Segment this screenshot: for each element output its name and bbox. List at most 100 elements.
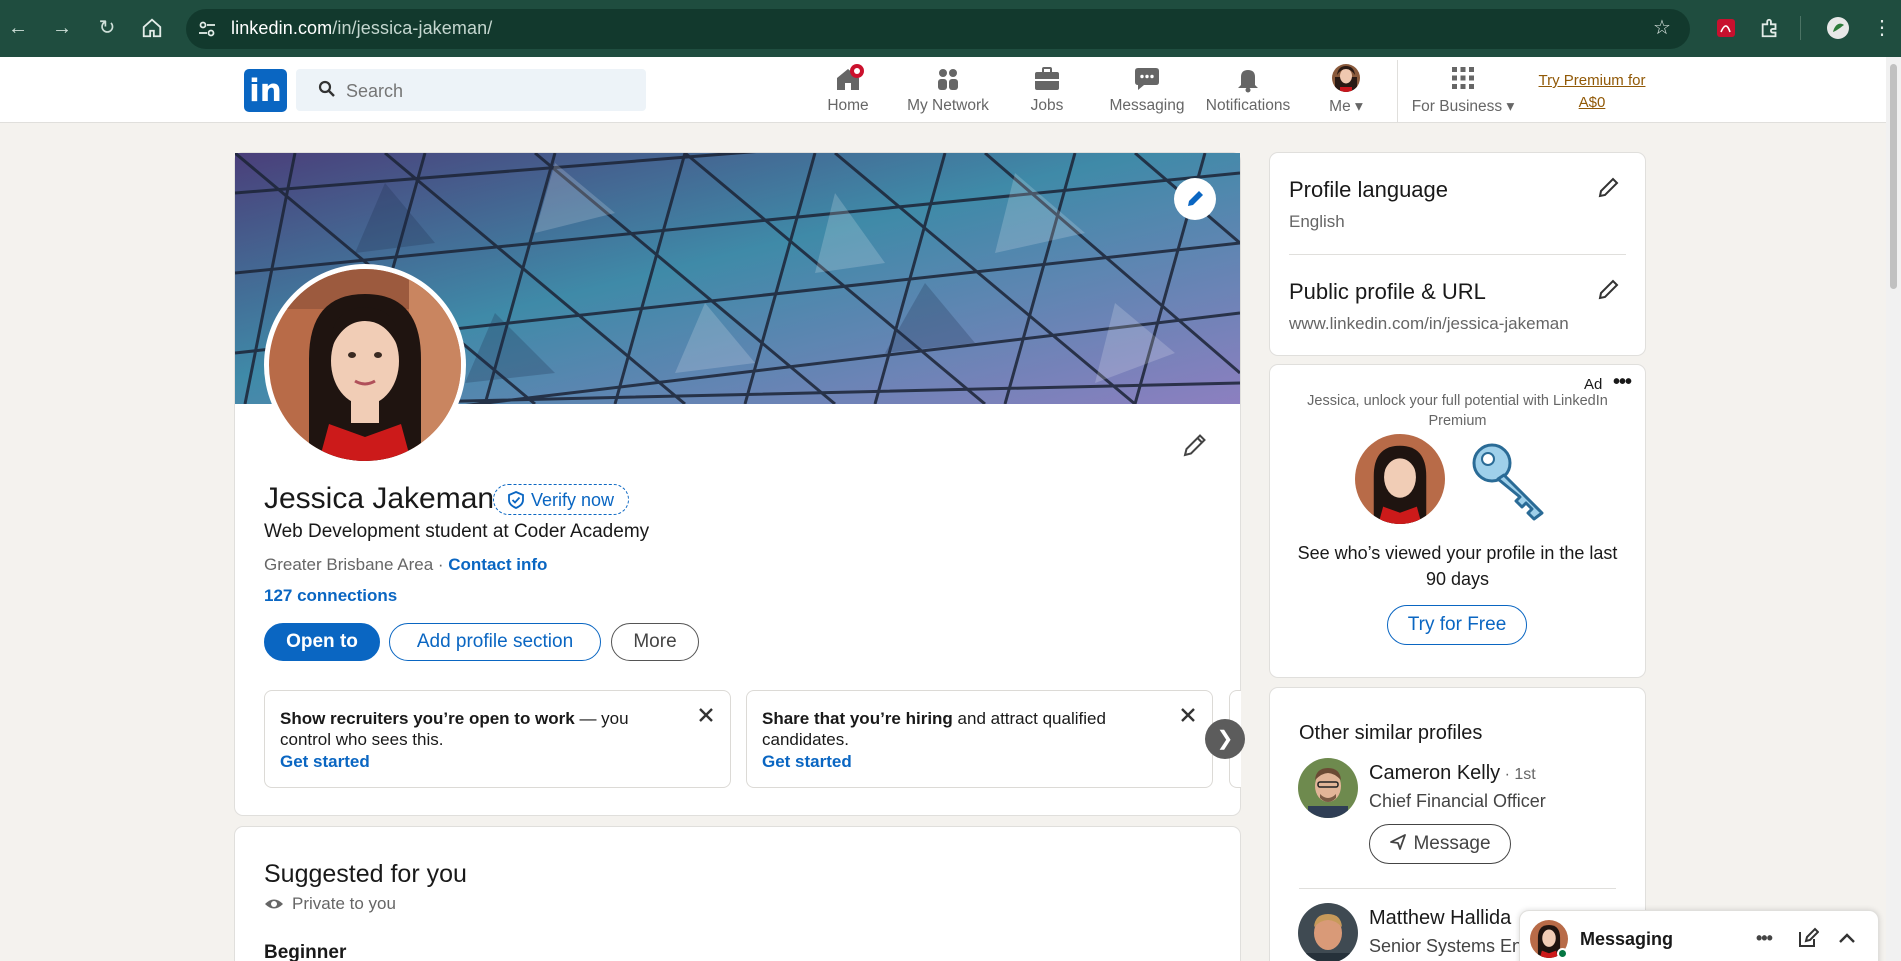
nav-messaging-label: Messaging: [1109, 97, 1185, 114]
pdf-extension-icon[interactable]: [1712, 14, 1740, 42]
more-button[interactable]: More: [611, 623, 699, 661]
try-for-free-button[interactable]: Try for Free: [1387, 605, 1527, 645]
browser-menu-icon[interactable]: ⋮: [1868, 14, 1896, 42]
send-icon: [1390, 834, 1407, 850]
person-name: Matthew Hallida: [1369, 907, 1512, 929]
bell-icon: [1200, 63, 1296, 95]
close-icon[interactable]: [696, 705, 716, 725]
message-label: Message: [1413, 833, 1491, 854]
profile-photo[interactable]: [264, 264, 466, 466]
ad-body-text: See who’s viewed your profile in the las…: [1297, 543, 1618, 589]
briefcase-icon: [1018, 63, 1076, 95]
premium-line-1: Try Premium for: [1538, 72, 1646, 89]
pencil-icon: [1188, 191, 1203, 206]
location-text: Greater Brisbane Area: [264, 555, 434, 574]
linkedin-logo[interactable]: in: [244, 69, 287, 112]
level-label: Beginner: [264, 942, 347, 961]
site-info-icon[interactable]: [196, 18, 218, 40]
suggested-title: Suggested for you: [264, 860, 467, 888]
open-to-button[interactable]: Open to: [264, 623, 380, 661]
grid-icon: [1408, 63, 1518, 95]
edit-language-button[interactable]: [1596, 174, 1622, 200]
pencil-icon: [1598, 177, 1619, 198]
premium-line-2: A$0: [1578, 94, 1606, 111]
chevron-right-icon: ❯: [1216, 728, 1234, 750]
network-icon: [900, 63, 996, 95]
profile-name: Jessica Jakeman: [264, 482, 495, 515]
home-icon: [814, 63, 882, 95]
similar-profile-role: Chief Financial Officer: [1369, 791, 1546, 811]
messaging-label[interactable]: Messaging: [1580, 929, 1673, 950]
chevron-down-icon: ▾: [1506, 98, 1515, 115]
nav-notifications-label: Notifications: [1205, 97, 1291, 114]
message-button[interactable]: Message: [1369, 824, 1511, 864]
promo-text: Show recruiters you’re open to work — yo…: [280, 708, 660, 750]
forward-icon[interactable]: →: [48, 14, 76, 42]
pencil-icon: [1183, 434, 1206, 457]
promo-bold: Show recruiters you’re open to work: [280, 709, 575, 728]
nav-home-label: Home: [827, 97, 869, 114]
edit-intro-button[interactable]: [1180, 430, 1210, 460]
nav-for-business[interactable]: For Business ▾: [1408, 63, 1518, 119]
edit-url-button[interactable]: [1596, 276, 1622, 302]
profile-headline: Web Development student at Coder Academy: [264, 521, 650, 542]
url-text[interactable]: linkedin.com/in/jessica-jakeman/: [231, 18, 492, 39]
contact-info-link[interactable]: Contact info: [448, 555, 547, 574]
edit-banner-button[interactable]: [1174, 178, 1216, 220]
chat-icon: [1104, 63, 1190, 95]
extensions-puzzle-icon[interactable]: [1756, 14, 1784, 42]
profile-location-line: Greater Brisbane Area · Contact info: [264, 555, 547, 575]
chevron-up-icon[interactable]: [1836, 927, 1860, 951]
nav-me-text: Me: [1329, 98, 1351, 115]
public-profile-title: Public profile & URL: [1289, 279, 1486, 304]
nav-home[interactable]: Home: [814, 63, 882, 119]
ad-profile-photo: [1355, 434, 1445, 524]
nav-me[interactable]: Me ▾: [1316, 63, 1376, 119]
nav-my-network[interactable]: My Network: [900, 63, 996, 119]
url-path: /in/jessica-jakeman/: [332, 18, 493, 38]
verify-now-button[interactable]: Verify now: [493, 484, 630, 515]
pencil-icon: [1598, 279, 1619, 300]
connections-link[interactable]: 127 connections: [264, 586, 397, 606]
similar-profile-name[interactable]: Matthew Hallida: [1369, 907, 1511, 930]
profile-language-title: Profile language: [1289, 177, 1449, 202]
add-profile-section-button[interactable]: Add profile section: [389, 623, 601, 661]
eye-icon: [265, 899, 283, 909]
close-icon[interactable]: [1178, 705, 1198, 725]
home-icon[interactable]: [138, 14, 166, 42]
hiring-promo: Share that you’re hiring and attract qua…: [746, 690, 1213, 788]
nav-me-label: Me ▾: [1316, 97, 1376, 116]
similar-profiles-title: Other similar profiles: [1299, 722, 1483, 744]
privacy-note: Private to you: [264, 894, 396, 914]
nav-jobs[interactable]: Jobs: [1018, 63, 1076, 119]
profile-language-value: English: [1289, 212, 1345, 231]
promo-text: Share that you’re hiring and attract qua…: [762, 708, 1142, 750]
search-icon: [318, 80, 336, 98]
get-started-link[interactable]: Get started: [280, 752, 370, 772]
search-input[interactable]: [346, 80, 636, 102]
reload-icon[interactable]: ↻: [93, 14, 121, 42]
key-icon: [1468, 439, 1554, 525]
nav-divider: [1397, 60, 1398, 122]
nav-for-business-text: For Business: [1411, 98, 1503, 115]
back-icon[interactable]: ←: [4, 14, 32, 42]
profile-avatar-icon[interactable]: [1824, 14, 1852, 42]
avatar: [1316, 63, 1376, 95]
messaging-overlay[interactable]: [1519, 910, 1879, 961]
avatar[interactable]: [1298, 758, 1358, 818]
similar-profile-name[interactable]: Cameron Kelly · 1st: [1369, 762, 1536, 785]
nav-messaging[interactable]: Messaging: [1104, 63, 1190, 119]
scrollbar-thumb[interactable]: [1890, 64, 1897, 289]
compose-icon[interactable]: [1797, 927, 1821, 951]
nav-jobs-label: Jobs: [1030, 97, 1064, 114]
bookmark-star-icon[interactable]: ☆: [1648, 14, 1676, 42]
try-premium-link[interactable]: Try Premium for A$0: [1536, 70, 1648, 114]
messaging-options-icon[interactable]: •••: [1756, 927, 1780, 951]
settings-divider: [1289, 254, 1626, 255]
carousel-next-button[interactable]: ❯: [1205, 719, 1245, 759]
similar-divider: [1299, 888, 1616, 889]
get-started-link[interactable]: Get started: [762, 752, 852, 772]
nav-notifications[interactable]: Notifications: [1200, 63, 1296, 119]
avatar[interactable]: [1298, 903, 1358, 961]
connection-degree: · 1st: [1500, 766, 1536, 783]
